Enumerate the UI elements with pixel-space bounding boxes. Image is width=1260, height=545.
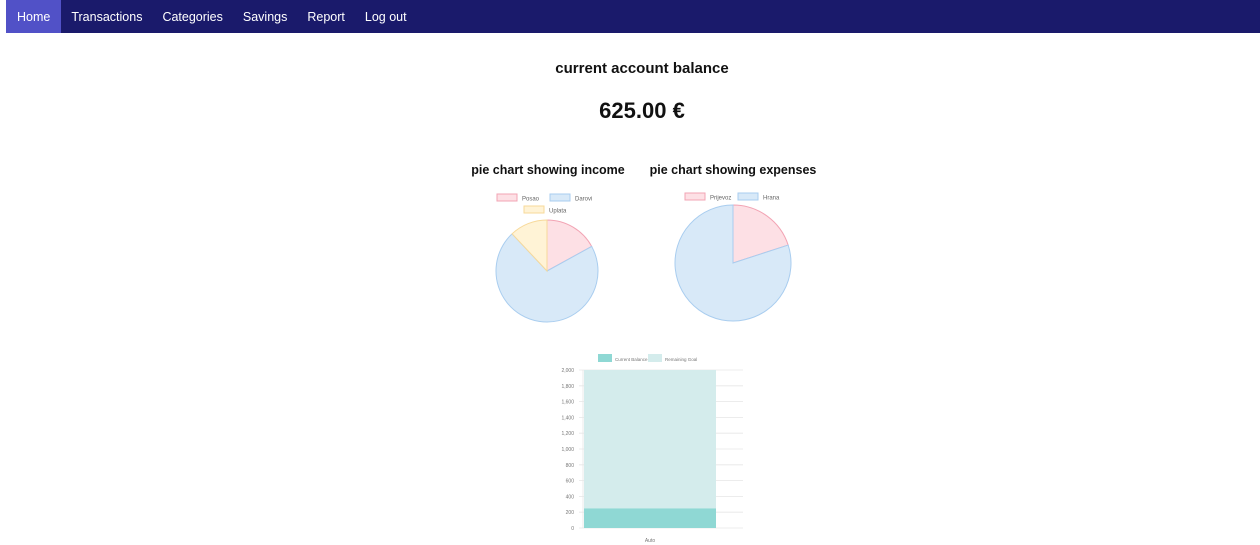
nav-categories[interactable]: Categories bbox=[152, 0, 232, 33]
bar-remaining-goal[interactable] bbox=[584, 370, 716, 509]
y-tick-label: 200 bbox=[566, 510, 575, 516]
y-tick-label: 800 bbox=[566, 463, 575, 469]
balance-title: current account balance bbox=[555, 60, 729, 77]
legend-swatch-series-1[interactable] bbox=[648, 354, 662, 362]
y-tick-label: 1,800 bbox=[561, 384, 574, 390]
y-tick-label: 400 bbox=[566, 494, 575, 500]
expenses-chart-title: pie chart showing expenses bbox=[649, 163, 817, 177]
legend-swatch-series-0[interactable] bbox=[598, 354, 612, 362]
y-tick-label: 1,000 bbox=[561, 447, 574, 453]
y-tick-label: 0 bbox=[571, 526, 574, 532]
legend-label-series-0: Current Balance bbox=[615, 357, 648, 362]
legend-label-hrana: Hrana bbox=[763, 196, 780, 202]
x-tick-label: Auto bbox=[645, 538, 656, 544]
legend-label-posao: Posao bbox=[522, 197, 540, 203]
y-tick-label: 1,400 bbox=[561, 415, 574, 421]
bar-current-balance[interactable] bbox=[584, 508, 716, 528]
legend-swatch-posao[interactable] bbox=[496, 193, 518, 202]
legend-swatch-darovi[interactable] bbox=[549, 193, 571, 202]
income-pie-chart: Posao Darovi Uplata bbox=[495, 193, 599, 323]
y-tick-label: 1,600 bbox=[561, 400, 574, 406]
balance-value: 625.00 € bbox=[599, 98, 685, 123]
nav-transactions[interactable]: Transactions bbox=[61, 0, 152, 33]
legend-swatch-hrana[interactable] bbox=[737, 192, 759, 201]
navbar: Home Transactions Categories Savings Rep… bbox=[6, 0, 1260, 33]
savings-bar-chart: Current Balance Remaining Goal 2,000 1,800 1… bbox=[561, 354, 743, 544]
legend-label-uplata: Uplata bbox=[549, 209, 567, 215]
nav-logout[interactable]: Log out bbox=[355, 0, 417, 33]
legend-label-series-1: Remaining Goal bbox=[665, 357, 697, 362]
legend-label-prijevoz: Prijevoz bbox=[710, 196, 731, 202]
legend-swatch-prijevoz[interactable] bbox=[684, 192, 706, 201]
nav-report[interactable]: Report bbox=[297, 0, 355, 33]
nav-savings[interactable]: Savings bbox=[233, 0, 297, 33]
y-tick-label: 600 bbox=[566, 479, 575, 485]
legend-swatch-uplata[interactable] bbox=[523, 205, 545, 214]
nav-home[interactable]: Home bbox=[6, 0, 62, 33]
legend-label-darovi: Darovi bbox=[575, 197, 592, 203]
income-chart-title: pie chart showing income bbox=[471, 163, 625, 177]
y-tick-label: 2,000 bbox=[561, 368, 574, 374]
y-tick-label: 1,200 bbox=[561, 431, 574, 437]
expenses-pie-chart: Prijevoz Hrana bbox=[674, 192, 792, 322]
